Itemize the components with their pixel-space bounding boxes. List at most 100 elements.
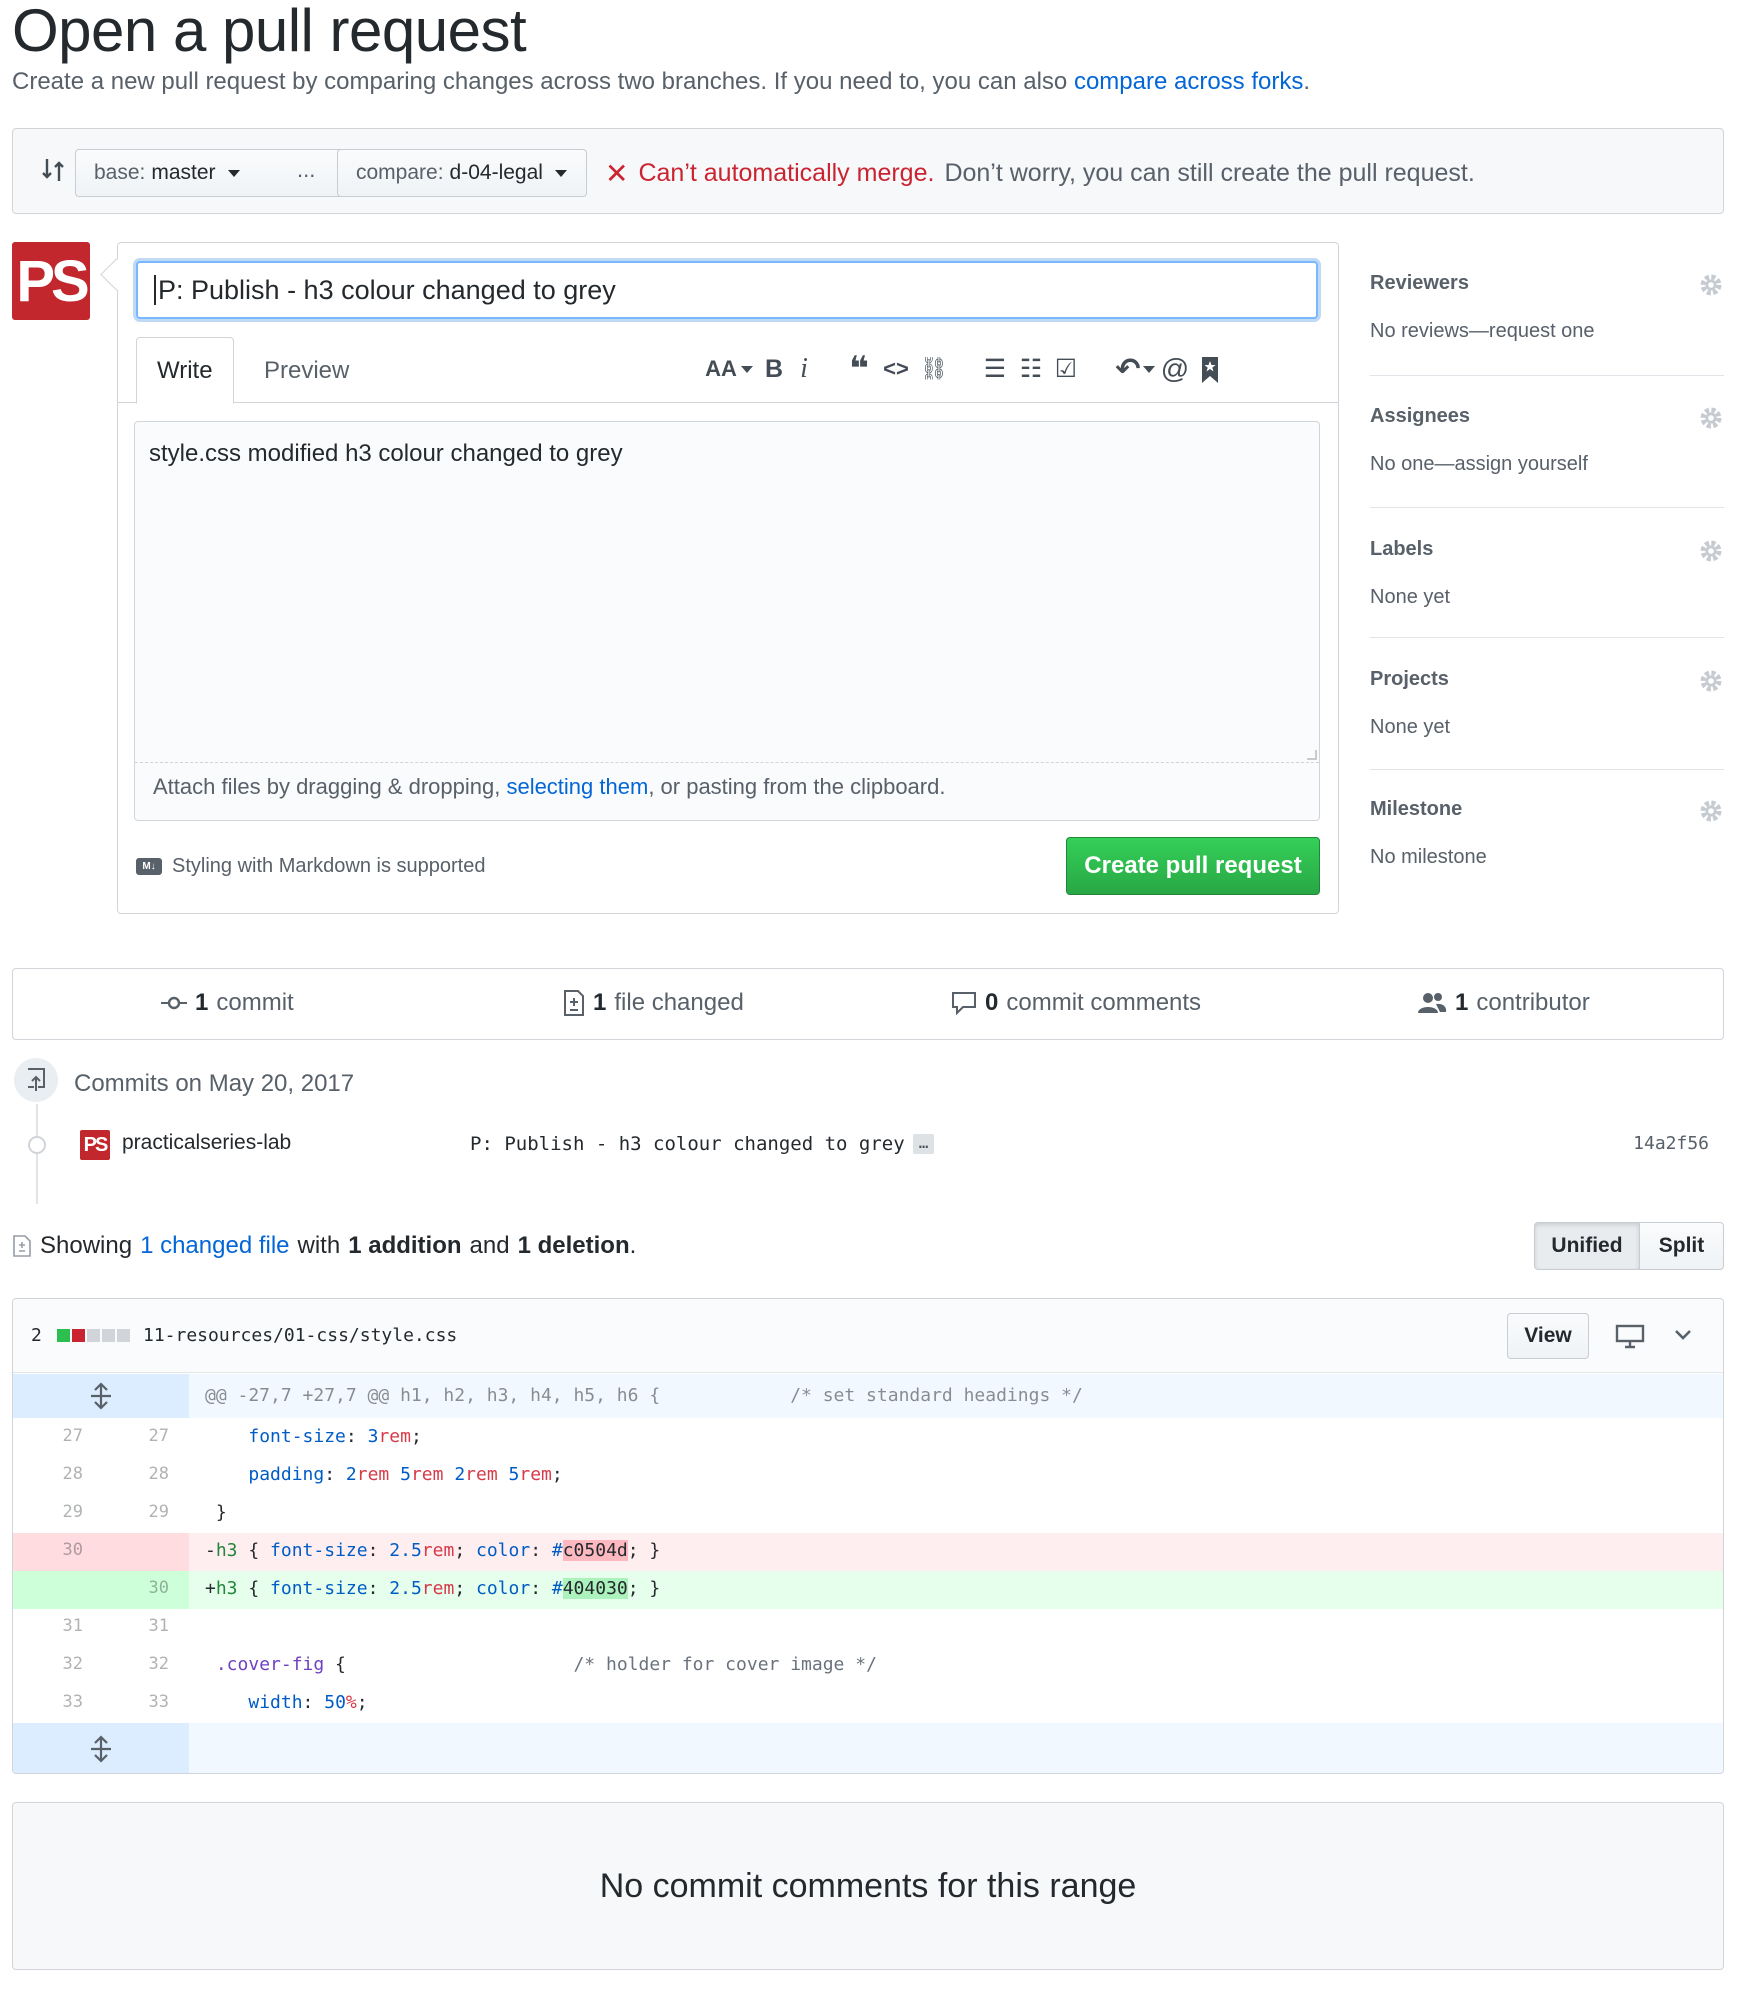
commits-tab[interactable]: 1 commit (161, 989, 294, 1017)
sidebar-value[interactable]: No one—assign yourself (1370, 453, 1588, 476)
ordered-list-icon[interactable]: ☷ (1016, 351, 1046, 387)
caret-down-icon (227, 169, 240, 177)
unified-view-button[interactable]: Unified (1534, 1222, 1640, 1270)
expand-message-button[interactable]: … (912, 1134, 935, 1154)
new-line-number[interactable]: 33 (99, 1685, 169, 1723)
selecting-them-link[interactable]: selecting them (506, 774, 648, 799)
bold-icon[interactable]: B (762, 351, 786, 387)
file-diff-icon (13, 1235, 31, 1257)
new-line-number[interactable] (99, 1533, 169, 1571)
expand-down-icon[interactable] (13, 1723, 189, 1773)
new-line-number[interactable]: 28 (99, 1457, 169, 1495)
changes-summary: Showing 1 changed file with 1 addition a… (12, 1232, 636, 1260)
line-code: width: 50%; (248, 1692, 368, 1713)
sidebar-projects: Projects None yet (1370, 668, 1724, 770)
old-line-number[interactable]: 32 (13, 1647, 83, 1685)
old-line-number[interactable]: 33 (13, 1685, 83, 1723)
new-line-number[interactable]: 32 (99, 1647, 169, 1685)
sidebar-assignees: Assignees No one—assign yourself (1370, 405, 1724, 508)
commit-message-text[interactable]: P: Publish - h3 colour changed to grey (470, 1133, 905, 1155)
diff-stat-blocks (57, 1329, 130, 1342)
sidebar-heading[interactable]: Reviewers (1370, 272, 1469, 295)
sidebar-heading[interactable]: Labels (1370, 538, 1433, 561)
old-line-number[interactable]: 27 (13, 1419, 83, 1457)
markdown-link[interactable]: Styling with Markdown is supported (172, 855, 485, 878)
diff-stat-count: 2 (31, 1325, 42, 1346)
view-file-button[interactable]: View (1507, 1313, 1589, 1359)
bookmark-icon[interactable] (1198, 355, 1222, 385)
sidebar-heading[interactable]: Milestone (1370, 798, 1462, 821)
tab-write[interactable]: Write (136, 337, 234, 404)
hunk-header-row: @@ -27,7 +27,7 @@ h1, h2, h3, h4, h5, h6… (13, 1374, 1723, 1418)
commit-sha[interactable]: 14a2f56 (1633, 1133, 1709, 1154)
diff-stat-neutral-block (102, 1329, 115, 1342)
people-icon (1418, 993, 1447, 1013)
task-list-icon[interactable]: ☑ (1050, 351, 1082, 387)
diff-stat-neutral-block (117, 1329, 130, 1342)
new-line-number[interactable]: 31 (99, 1609, 169, 1647)
gear-icon[interactable] (1698, 272, 1724, 298)
old-line-number[interactable]: 31 (13, 1609, 83, 1647)
old-line-number[interactable]: 28 (13, 1457, 83, 1495)
link-icon[interactable]: ⛓ (918, 351, 950, 387)
merge-error: Can’t automatically merge. (638, 159, 935, 187)
text-cursor (154, 275, 156, 305)
sidebar-heading[interactable]: Assignees (1370, 405, 1470, 428)
new-line-number[interactable]: 30 (99, 1571, 169, 1609)
mention-icon[interactable]: @ (1160, 351, 1190, 387)
pull-request-form: P: Publish - h3 colour changed to grey W… (117, 242, 1339, 914)
unordered-list-icon[interactable]: ☰ (980, 351, 1010, 387)
chevron-down-icon[interactable] (1673, 1325, 1693, 1345)
old-line-number[interactable]: 30 (13, 1533, 83, 1571)
body-textarea[interactable]: style.css modified h3 colour changed to … (134, 421, 1320, 821)
line-code: .cover-fig { /* holder for cover image *… (215, 1654, 877, 1675)
base-value: master (151, 161, 216, 184)
italic-icon[interactable]: i (792, 351, 816, 387)
files-changed-tab[interactable]: 1 file changed (563, 989, 744, 1017)
contributors-count: 1 (1455, 989, 1469, 1016)
comment-icon (952, 992, 976, 1015)
diff-stat-neutral-block (87, 1329, 100, 1342)
gear-icon[interactable] (1698, 405, 1724, 431)
new-line-number[interactable]: 29 (99, 1495, 169, 1533)
new-line-number[interactable]: 27 (99, 1419, 169, 1457)
gear-icon[interactable] (1698, 798, 1724, 824)
page-title: Open a pull request (12, 0, 527, 64)
changed-file-link[interactable]: 1 changed file (140, 1232, 289, 1260)
compare-arrows-icon (42, 159, 64, 181)
gear-icon[interactable] (1698, 538, 1724, 564)
desktop-icon[interactable] (1615, 1323, 1645, 1349)
commit-dot-icon (28, 1136, 46, 1154)
commit-comments-tab[interactable]: 0 commit comments (951, 989, 1201, 1017)
split-view-button[interactable]: Split (1639, 1222, 1724, 1270)
compare-across-forks-link[interactable]: compare across forks (1074, 68, 1303, 95)
line-code: } (205, 1502, 227, 1523)
heading-icon[interactable]: AA (704, 351, 754, 387)
subtitle-end: . (1303, 68, 1311, 95)
sidebar-labels: Labels None yet (1370, 538, 1724, 638)
old-line-number[interactable] (13, 1571, 83, 1609)
sidebar-value: None yet (1370, 586, 1451, 608)
reply-icon[interactable]: ↶ (1114, 351, 1156, 387)
sidebar-value[interactable]: No reviews—request one (1370, 320, 1595, 343)
title-input[interactable]: P: Publish - h3 colour changed to grey (136, 261, 1318, 319)
create-pull-request-button[interactable]: Create pull request (1066, 837, 1320, 895)
commits-date-heading: Commits on May 20, 2017 (74, 1070, 355, 1097)
quote-icon[interactable]: ❝ (844, 350, 874, 388)
author-avatar[interactable]: PS (80, 1130, 110, 1160)
diff-line: 33 33 width: 50%; (13, 1685, 1723, 1723)
commit-author[interactable]: practicalseries-lab (122, 1131, 291, 1155)
resize-handle[interactable] (1307, 750, 1317, 760)
file-path[interactable]: 11-resources/01-css/style.css (143, 1325, 457, 1346)
contributors-tab[interactable]: 1 contributor (1417, 989, 1590, 1017)
compare-branch-button[interactable]: compare: d-04-legal (337, 149, 587, 197)
code-icon[interactable]: <> (880, 351, 912, 387)
old-line-number[interactable]: 29 (13, 1495, 83, 1533)
comments-label: commit comments (1006, 989, 1202, 1016)
avatar[interactable]: PS (12, 242, 90, 320)
gear-icon[interactable] (1698, 668, 1724, 694)
expand-up-icon[interactable] (13, 1374, 189, 1418)
sidebar-heading[interactable]: Projects (1370, 668, 1449, 691)
tab-preview[interactable]: Preview (244, 337, 369, 404)
deletions-text: 1 deletion (517, 1232, 630, 1259)
